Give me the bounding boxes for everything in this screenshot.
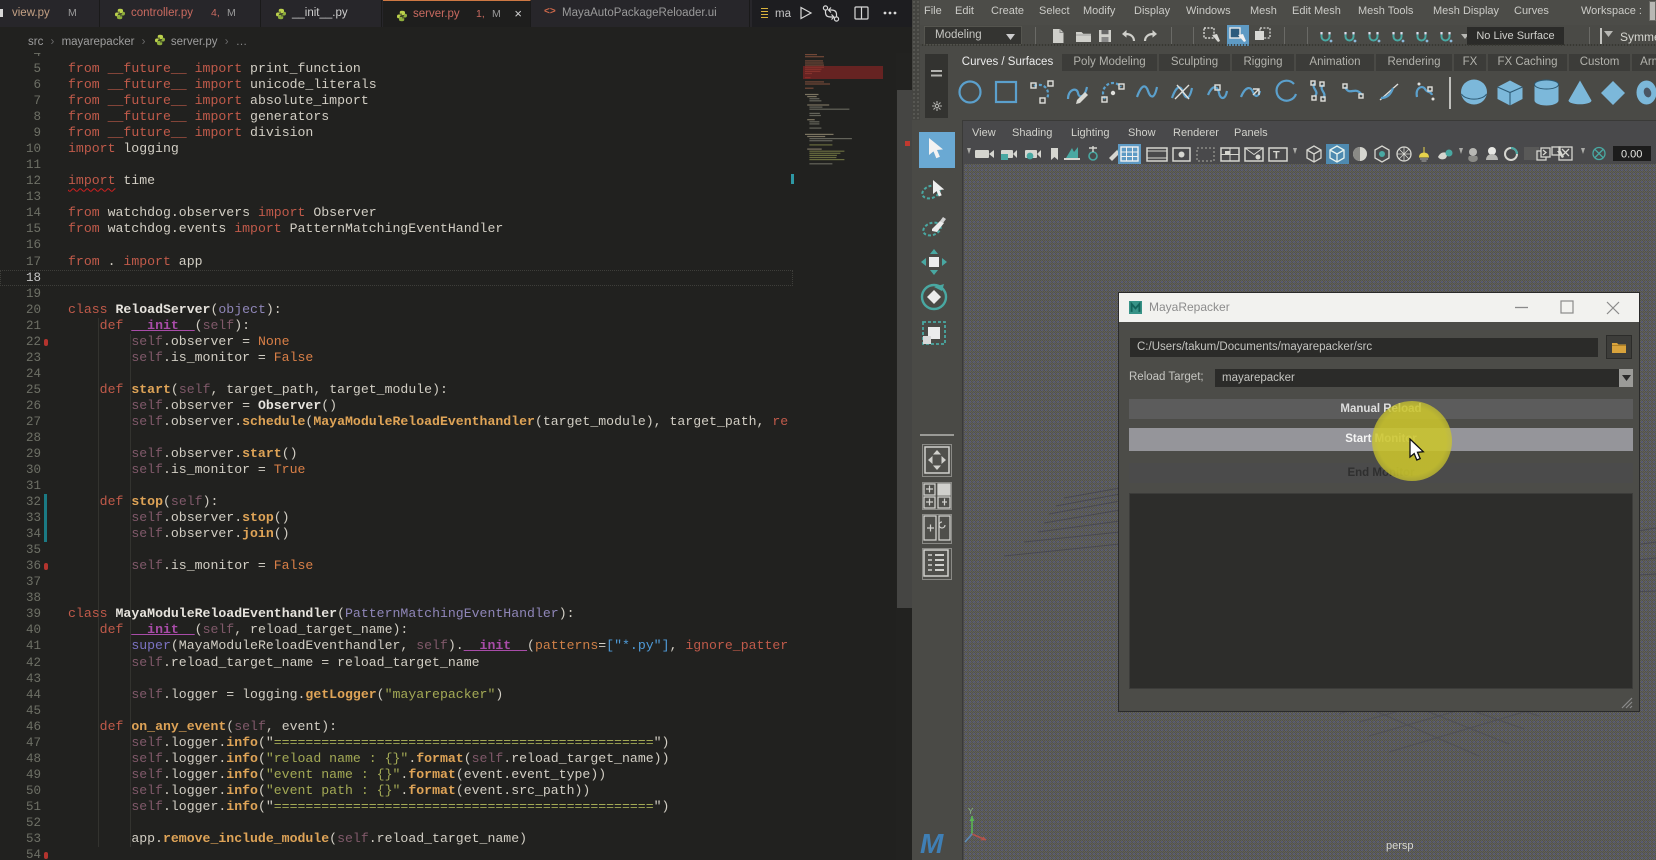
svg-text:0.00: 0.00 [1621, 149, 1642, 161]
svg-text:Y: Y [968, 807, 974, 816]
svg-text:T: T [1273, 150, 1280, 162]
svg-text:ma: ma [775, 8, 792, 20]
